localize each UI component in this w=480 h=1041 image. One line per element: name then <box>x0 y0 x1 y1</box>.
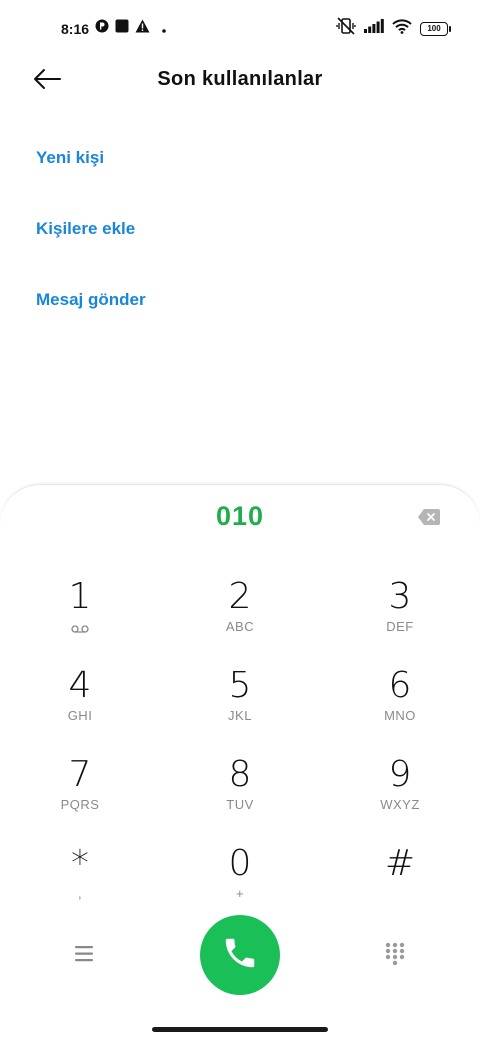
dialpad-toggle-button[interactable] <box>384 941 406 967</box>
key-0[interactable]: 0 + <box>180 842 300 922</box>
key-digit: # <box>384 843 416 884</box>
key-letters: DEF <box>386 619 414 634</box>
dialer-panel: 010 1 2 ABC 3 DEF 4 GHI 5 JKL 6 MNO 7 PQ… <box>0 484 480 1041</box>
key-digit: 0 <box>228 843 252 884</box>
call-button[interactable] <box>200 915 280 995</box>
key-letters: GHI <box>67 708 93 723</box>
vibrate-off-icon <box>336 17 356 40</box>
key-6[interactable]: 6 MNO <box>340 664 460 744</box>
page-title: Son kullanılanlar <box>157 68 323 90</box>
backspace-icon <box>418 509 440 529</box>
add-to-contacts-link[interactable]: Kişilere ekle <box>36 211 146 282</box>
wifi-icon <box>392 18 412 39</box>
status-time: 8:16 <box>61 20 90 37</box>
dialed-number: 010 <box>215 501 265 531</box>
key-digit: * <box>71 843 89 884</box>
key-digit: 7 <box>68 754 92 795</box>
key-digit: 5 <box>228 665 252 706</box>
key-3[interactable]: 3 DEF <box>340 575 460 655</box>
key-digit: 6 <box>388 665 412 706</box>
new-contact-link[interactable]: Yeni kişi <box>36 140 146 211</box>
header: Son kullanılanlar <box>0 56 480 106</box>
key-letters: PQRS <box>60 797 100 812</box>
key-5[interactable]: 5 JKL <box>180 664 300 744</box>
key-letters: ABC <box>225 619 255 634</box>
home-indicator[interactable] <box>152 1027 328 1032</box>
key-letters: TUV <box>226 797 254 812</box>
status-right: 100 <box>336 17 451 40</box>
key-letters: JKL <box>228 708 252 723</box>
key-2[interactable]: 2 ABC <box>180 575 300 655</box>
status-bar: 8:16 100 <box>0 0 480 56</box>
phone-icon <box>221 934 259 977</box>
warning-icon <box>135 19 150 38</box>
key-digit: 9 <box>388 754 412 795</box>
action-list: Yeni kişi Kişilere ekle Mesaj gönder <box>36 140 146 353</box>
key-4[interactable]: 4 GHI <box>20 664 140 744</box>
key-digit: 1 <box>68 576 92 617</box>
key-star[interactable]: * , <box>20 842 140 922</box>
key-7[interactable]: 7 PQRS <box>20 753 140 833</box>
key-letters: , <box>77 886 83 901</box>
key-letters: MNO <box>384 708 416 723</box>
battery-icon: 100 <box>420 21 451 36</box>
square-icon <box>115 19 129 38</box>
menu-button[interactable] <box>72 943 98 965</box>
key-8[interactable]: 8 TUV <box>180 753 300 833</box>
send-message-link[interactable]: Mesaj gönder <box>36 282 146 353</box>
key-9[interactable]: 9 WXYZ <box>340 753 460 833</box>
key-hash[interactable]: # <box>340 842 460 922</box>
key-digit: 2 <box>228 576 252 617</box>
key-digit: 4 <box>68 665 92 706</box>
backspace-button[interactable] <box>418 509 440 527</box>
circle-p-icon <box>95 19 109 38</box>
menu-icon <box>72 946 98 969</box>
key-digit: 8 <box>228 754 252 795</box>
key-1[interactable]: 1 <box>20 575 140 655</box>
status-left: 8:16 <box>61 19 166 38</box>
key-digit: 3 <box>388 576 412 617</box>
dialer-bottom-bar <box>0 915 480 995</box>
voicemail-icon <box>20 621 140 637</box>
key-letters: + <box>235 886 245 901</box>
dot-icon <box>162 20 166 38</box>
dialpad-icon <box>384 942 406 971</box>
key-letters: WXYZ <box>380 797 420 812</box>
signal-icon <box>364 19 384 38</box>
